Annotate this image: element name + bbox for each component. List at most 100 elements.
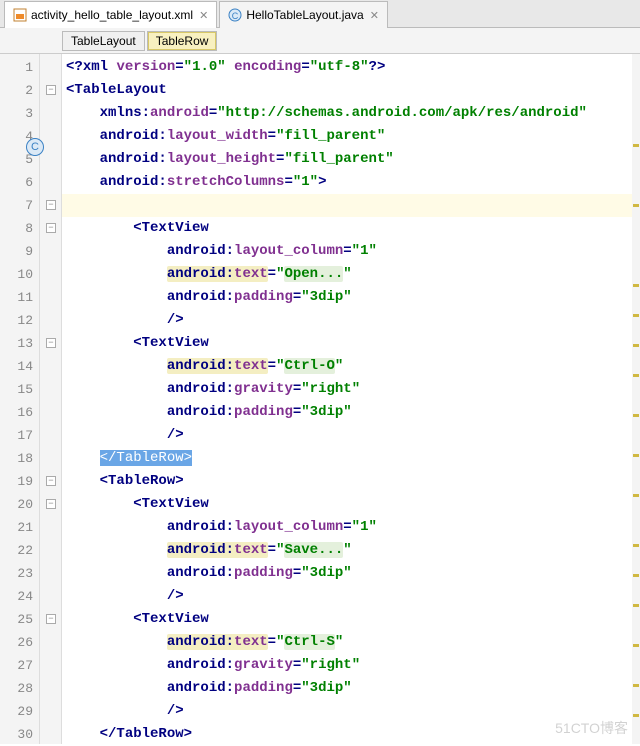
code-line[interactable]: />	[66, 309, 640, 332]
code-line[interactable]: <TextView	[66, 608, 640, 631]
fold-toggle-icon[interactable]: −	[46, 476, 56, 486]
code-line[interactable]: android:layout_width="fill_parent"	[66, 125, 640, 148]
warning-marker[interactable]	[633, 714, 639, 717]
code-line[interactable]: <TextView	[66, 332, 640, 355]
warning-marker[interactable]	[633, 144, 639, 147]
code-line[interactable]: android:padding="3dip"	[66, 286, 640, 309]
line-number-gutter: 1234567891011121314151617181920212223242…	[0, 54, 40, 744]
java-class-icon: C	[228, 8, 242, 22]
svg-text:C: C	[232, 11, 239, 21]
warning-marker[interactable]	[633, 574, 639, 577]
close-icon[interactable]: ✕	[199, 9, 208, 22]
line-number: 21	[0, 516, 39, 539]
line-number: 30	[0, 723, 39, 746]
line-number: 17	[0, 424, 39, 447]
breadcrumb: TableLayout TableRow	[0, 28, 640, 54]
fold-toggle-icon[interactable]: −	[46, 338, 56, 348]
warning-marker[interactable]	[633, 684, 639, 687]
current-line-highlight	[40, 194, 632, 217]
fold-toggle-icon[interactable]: −	[46, 499, 56, 509]
code-line[interactable]: android:padding="3dip"	[66, 562, 640, 585]
marker-stripe	[632, 54, 640, 744]
code-line[interactable]: android:text="Ctrl-O"	[66, 355, 640, 378]
class-indicator-icon: C	[26, 138, 44, 156]
line-number: 2	[0, 79, 39, 102]
code-line[interactable]: android:layout_height="fill_parent"	[66, 148, 640, 171]
code-line[interactable]: <TextView	[66, 493, 640, 516]
line-number: 18	[0, 447, 39, 470]
warning-marker[interactable]	[633, 644, 639, 647]
warning-marker[interactable]	[633, 344, 639, 347]
tab-label: activity_hello_table_layout.xml	[31, 8, 193, 22]
line-number: 7	[0, 194, 39, 217]
code-line[interactable]: />	[66, 424, 640, 447]
line-number: 14	[0, 355, 39, 378]
warning-marker[interactable]	[633, 284, 639, 287]
code-line[interactable]: <TableRow>	[66, 470, 640, 493]
code-line[interactable]: android:text="Save..."	[66, 539, 640, 562]
line-number: 9	[0, 240, 39, 263]
code-line[interactable]: </TableRow>	[66, 723, 640, 744]
line-number: 12	[0, 309, 39, 332]
tab-java-file[interactable]: C HelloTableLayout.java ✕	[219, 1, 388, 28]
code-line[interactable]: android:layout_column="1"	[66, 240, 640, 263]
line-number: 19	[0, 470, 39, 493]
editor-tabs: activity_hello_table_layout.xml ✕ C Hell…	[0, 0, 640, 28]
fold-column: − − − − − − −	[40, 54, 62, 744]
warning-marker[interactable]	[633, 414, 639, 417]
line-number: 20	[0, 493, 39, 516]
fold-toggle-icon[interactable]: −	[46, 223, 56, 233]
code-line[interactable]: android:text="Open..."	[66, 263, 640, 286]
line-number: 22	[0, 539, 39, 562]
line-number: 27	[0, 654, 39, 677]
line-number: 15	[0, 378, 39, 401]
line-number: 26	[0, 631, 39, 654]
xml-file-icon	[13, 8, 27, 22]
code-editor[interactable]: C 12345678910111213141516171819202122232…	[0, 54, 640, 744]
line-number: 6	[0, 171, 39, 194]
line-number: 25	[0, 608, 39, 631]
tab-label: HelloTableLayout.java	[246, 8, 363, 22]
warning-marker[interactable]	[633, 604, 639, 607]
code-line[interactable]: android:padding="3dip"	[66, 677, 640, 700]
code-line[interactable]: xmlns:android="http://schemas.android.co…	[66, 102, 640, 125]
line-number: 8	[0, 217, 39, 240]
code-line[interactable]: />	[66, 585, 640, 608]
line-number: 13	[0, 332, 39, 355]
tab-xml-file[interactable]: activity_hello_table_layout.xml ✕	[4, 1, 217, 28]
line-number: 23	[0, 562, 39, 585]
line-number: 1	[0, 56, 39, 79]
line-number: 16	[0, 401, 39, 424]
fold-toggle-icon[interactable]: −	[46, 85, 56, 95]
fold-toggle-icon[interactable]: −	[46, 200, 56, 210]
code-line[interactable]: android:text="Ctrl-S"	[66, 631, 640, 654]
code-line[interactable]: <?xml version="1.0" encoding="utf-8"?>	[66, 56, 640, 79]
close-icon[interactable]: ✕	[370, 9, 379, 22]
code-line[interactable]: android:layout_column="1"	[66, 516, 640, 539]
code-line[interactable]: <TextView	[66, 217, 640, 240]
line-number: 3	[0, 102, 39, 125]
warning-marker[interactable]	[633, 374, 639, 377]
code-line[interactable]: android:gravity="right"	[66, 378, 640, 401]
warning-marker[interactable]	[633, 454, 639, 457]
line-number: 29	[0, 700, 39, 723]
line-number: 10	[0, 263, 39, 286]
warning-marker[interactable]	[633, 314, 639, 317]
warning-marker[interactable]	[633, 204, 639, 207]
code-line[interactable]: <TableLayout	[66, 79, 640, 102]
code-line[interactable]: />	[66, 700, 640, 723]
code-area[interactable]: <?xml version="1.0" encoding="utf-8"?><T…	[62, 54, 640, 744]
code-line[interactable]: android:gravity="right"	[66, 654, 640, 677]
code-line[interactable]: android:stretchColumns="1">	[66, 171, 640, 194]
warning-marker[interactable]	[633, 544, 639, 547]
crumb-tablelayout[interactable]: TableLayout	[62, 31, 145, 51]
fold-toggle-icon[interactable]: −	[46, 614, 56, 624]
line-number: 11	[0, 286, 39, 309]
warning-marker[interactable]	[633, 494, 639, 497]
line-number: 24	[0, 585, 39, 608]
crumb-tablerow[interactable]: TableRow	[147, 31, 218, 51]
code-line[interactable]: android:padding="3dip"	[66, 401, 640, 424]
code-line[interactable]: </TableRow>	[66, 447, 640, 470]
watermark: 51CTO博客	[555, 718, 628, 738]
line-number: 28	[0, 677, 39, 700]
